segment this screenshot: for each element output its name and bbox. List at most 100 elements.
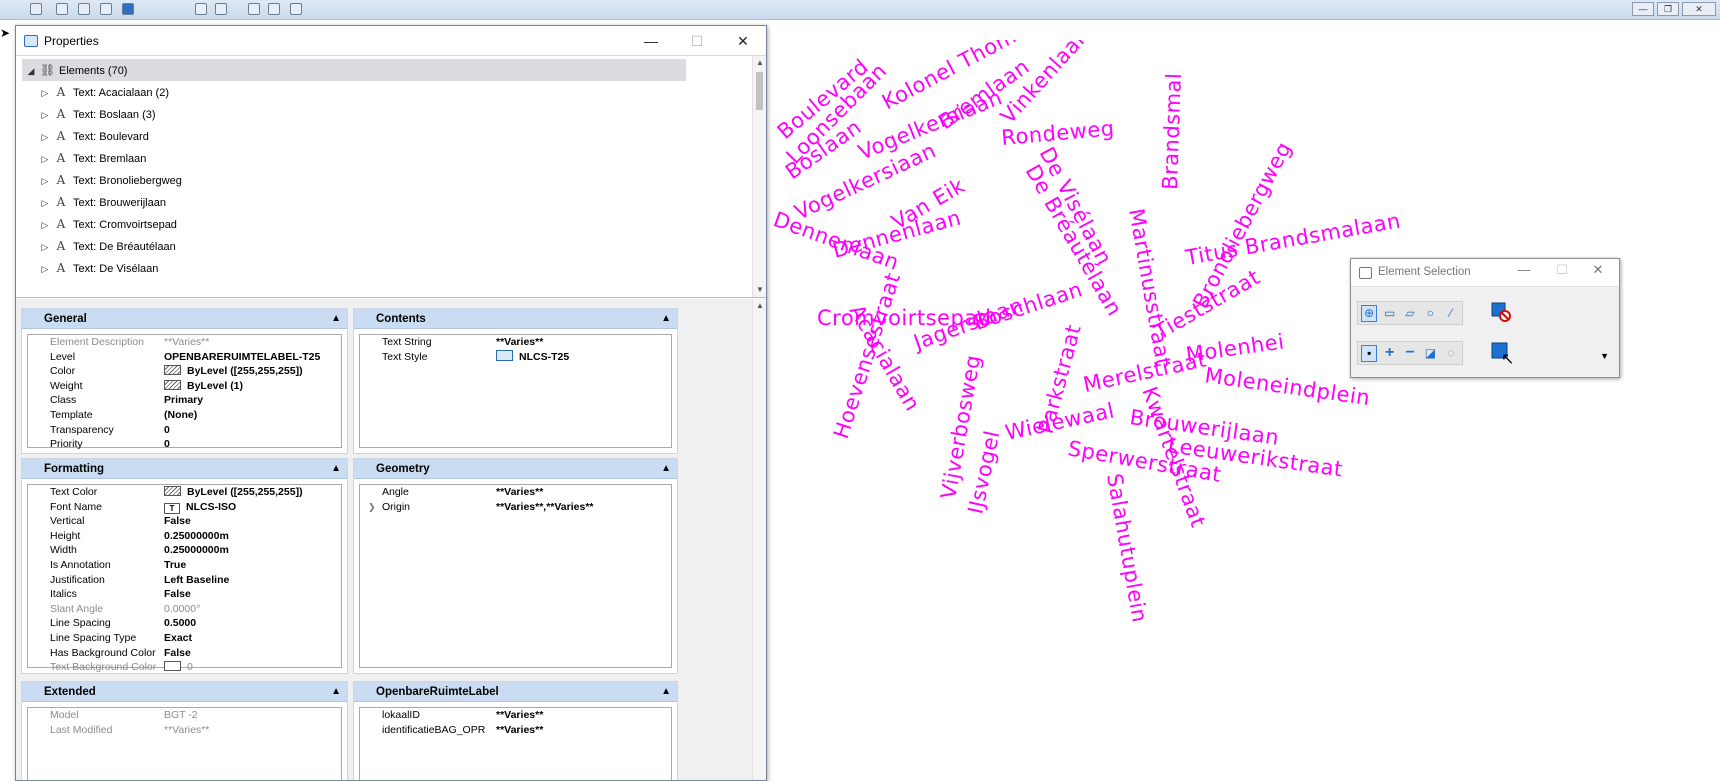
street-label[interactable]: Brandsmal [1158, 72, 1186, 190]
property-value[interactable]: BGT -2 [164, 708, 198, 723]
street-label[interactable]: Moleneindplein [1203, 363, 1371, 410]
property-value[interactable]: 0 [164, 423, 170, 438]
property-value[interactable]: 0 [164, 437, 170, 452]
tree-item[interactable]: ▷ A Text: De Bréautélaan [36, 235, 176, 257]
property-row[interactable]: Text String **Varies** [360, 335, 671, 350]
maximize-icon[interactable]: ☐ [674, 26, 720, 56]
expand-icon[interactable]: ▷ [36, 82, 54, 104]
street-label[interactable]: Salahutuplein [1102, 472, 1152, 625]
app-close-icon[interactable]: ✕ [1682, 2, 1716, 16]
expand-icon[interactable]: ▷ [36, 170, 54, 192]
close-icon[interactable]: ✕ [1583, 262, 1613, 278]
line-select-icon[interactable]: ⁄ [1443, 305, 1459, 322]
property-row[interactable]: Is Annotation True [28, 558, 341, 573]
property-row[interactable]: Height 0.25000000m [28, 529, 341, 544]
property-row[interactable]: Text Style NLCS-T25 [360, 349, 671, 365]
property-row[interactable]: Angle **Varies** [360, 485, 671, 500]
property-value[interactable]: 0 [164, 660, 193, 675]
property-value[interactable]: 0.25000000m [164, 543, 229, 558]
property-row[interactable]: Vertical False [28, 514, 341, 529]
expand-icon[interactable]: ▷ [36, 126, 54, 148]
collapse-caret-icon[interactable]: ▲ [331, 309, 341, 329]
property-row[interactable]: Text Color ByLevel ([255,255,255]) [28, 485, 341, 500]
add-selection-icon[interactable]: + [1381, 344, 1397, 362]
app-minimize-icon[interactable]: — [1632, 2, 1654, 16]
scroll-up-icon[interactable]: ▲ [753, 299, 766, 313]
property-value[interactable]: True [164, 558, 186, 573]
scroll-thumb[interactable] [756, 72, 763, 110]
more-options-arrow[interactable]: ▼ [1600, 351, 1609, 361]
app-restore-icon[interactable]: ❐ [1657, 2, 1679, 16]
collapse-caret-icon[interactable]: ▲ [331, 459, 341, 479]
property-row[interactable]: Class Primary [28, 393, 341, 408]
toolbar-icon[interactable] [100, 3, 112, 15]
expand-icon[interactable]: ▷ [36, 236, 54, 258]
close-icon[interactable]: ✕ [720, 26, 766, 56]
property-value[interactable]: **Varies** [496, 723, 543, 738]
property-value[interactable]: (None) [164, 408, 197, 423]
expand-icon[interactable]: ▷ [36, 104, 54, 126]
property-value[interactable]: **Varies** [496, 335, 543, 350]
property-value[interactable]: False [164, 587, 191, 602]
property-row[interactable]: Slant Angle 0.0000° [28, 602, 341, 617]
tree-item[interactable]: ▷ A Text: De Visélaan [36, 257, 159, 279]
expand-icon[interactable]: ▷ [36, 214, 54, 236]
toolbar-icon[interactable] [56, 3, 68, 15]
subtract-selection-icon[interactable]: − [1402, 344, 1418, 362]
property-row[interactable]: Color ByLevel ([255,255,255]) [28, 364, 341, 379]
property-row[interactable]: Template (None) [28, 408, 341, 423]
tree-root-elements[interactable]: ◢ ⛓ Elements (70) [22, 59, 686, 81]
section-header[interactable]: Geometry ▲ [354, 459, 677, 479]
tree-item[interactable]: ▷ A Text: Bremlaan [36, 147, 147, 169]
properties-scrollbar[interactable]: ▲ [752, 299, 766, 780]
property-value[interactable]: ByLevel (1) [164, 379, 243, 394]
property-value[interactable]: **Varies** [164, 335, 209, 350]
property-row[interactable]: Text Background Color 0 [28, 660, 341, 675]
maximize-icon[interactable]: ☐ [1547, 262, 1577, 278]
toolbar-icon[interactable] [268, 3, 280, 15]
collapse-icon[interactable]: ◢ [22, 60, 40, 82]
circle-select-icon[interactable]: ○ [1422, 305, 1438, 322]
tree-scrollbar[interactable]: ▲ ▼ [752, 56, 766, 297]
property-value[interactable]: 0.0000° [164, 602, 200, 617]
tree-item[interactable]: ▷ A Text: Brouwerijlaan [36, 191, 166, 213]
minimize-icon[interactable]: — [1509, 262, 1539, 277]
new-selection-icon[interactable]: ▪ [1361, 344, 1378, 362]
block-select-icon[interactable]: ▭ [1381, 305, 1397, 322]
invert-selection-icon[interactable]: ◪ [1422, 345, 1438, 362]
toolbar-icon[interactable] [290, 3, 302, 15]
property-value[interactable]: False [164, 514, 191, 529]
property-value[interactable]: **Varies**,**Varies** [496, 500, 594, 515]
section-header[interactable]: General ▲ [22, 309, 347, 329]
element-selection-titlebar[interactable]: Element Selection — ☐ ✕ [1351, 259, 1619, 287]
property-row[interactable]: identificatieBAG_OPR **Varies** [360, 723, 671, 738]
property-value[interactable]: OPENBARERUIMTELABEL-T25 [164, 350, 320, 365]
scroll-up-icon[interactable]: ▲ [753, 56, 766, 70]
properties-titlebar[interactable]: Properties — ☐ ✕ [16, 26, 766, 56]
property-row[interactable]: Width 0.25000000m [28, 543, 341, 558]
toolbar-icon[interactable] [122, 3, 134, 15]
property-row[interactable]: Priority 0 [28, 437, 341, 452]
section-header[interactable]: Extended ▲ [22, 682, 347, 702]
property-value[interactable]: Exact [164, 631, 192, 646]
scroll-down-icon[interactable]: ▼ [753, 283, 766, 297]
property-row[interactable]: Line Spacing Type Exact [28, 631, 341, 646]
property-value[interactable]: **Varies** [496, 485, 543, 500]
minimize-icon[interactable]: — [628, 26, 674, 56]
property-value[interactable]: NLCS-T25 [496, 349, 569, 365]
tree-item[interactable]: ▷ A Text: Acacialaan (2) [36, 81, 169, 103]
clear-selection-icon[interactable]: ◌ [1443, 345, 1459, 362]
collapse-caret-icon[interactable]: ▲ [331, 682, 341, 702]
toolbar-icon[interactable] [248, 3, 260, 15]
shape-select-icon[interactable]: ▱ [1402, 305, 1418, 322]
toolbar-icon[interactable] [215, 3, 227, 15]
property-row[interactable]: Italics False [28, 587, 341, 602]
section-header[interactable]: Contents ▲ [354, 309, 677, 329]
property-row[interactable]: Weight ByLevel (1) [28, 379, 341, 394]
drawing-canvas[interactable]: Boulevard Boslaan Loonsebaan Vogelkersiaan K… [767, 40, 1720, 781]
toolbar-icon[interactable] [30, 3, 42, 15]
tree-item[interactable]: ▷ A Text: Bronoliebergweg [36, 169, 182, 191]
property-value[interactable]: Primary [164, 393, 203, 408]
property-value[interactable]: ByLevel ([255,255,255]) [164, 364, 303, 379]
property-row[interactable]: lokaalID **Varies** [360, 708, 671, 723]
